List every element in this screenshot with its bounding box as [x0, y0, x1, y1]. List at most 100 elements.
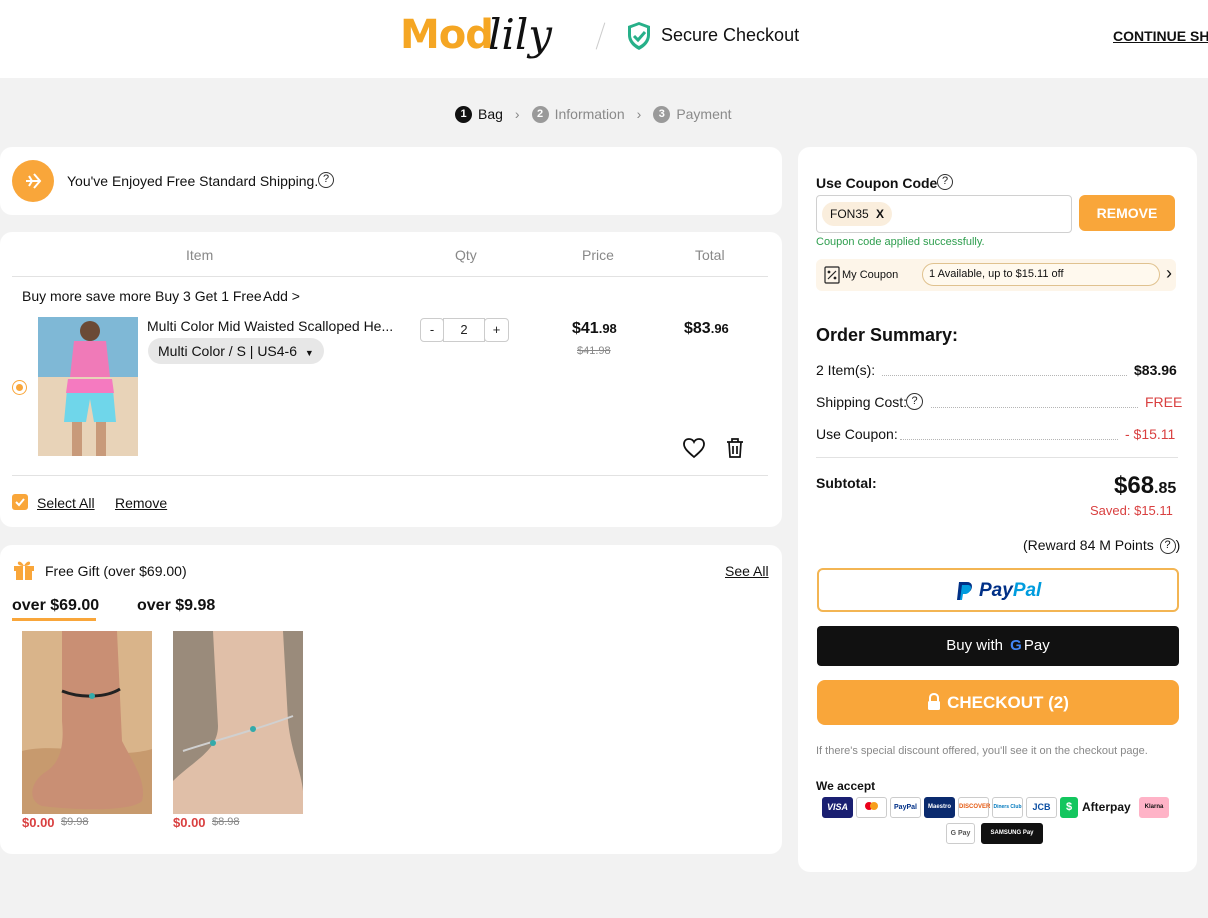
paypal-icon	[957, 582, 972, 600]
free-shipping-text: You've Enjoyed Free Standard Shipping.	[67, 173, 319, 189]
remove-coupon-button[interactable]: REMOVE	[1079, 195, 1175, 231]
cash-app-icon: $	[1060, 797, 1078, 818]
paypal-wordmark: PayPal	[979, 580, 1042, 601]
secure-checkout-label: Secure Checkout	[661, 25, 800, 45]
step-information-number: 2	[531, 105, 549, 123]
visa-icon: VISA	[822, 797, 853, 818]
dotted-leader	[931, 407, 1138, 408]
my-coupon-bar[interactable]: My Coupon 1 Available, up to $15.11 off …	[816, 259, 1176, 291]
heart-icon[interactable]	[682, 437, 706, 459]
paypal-small-icon: PayPal	[890, 797, 921, 818]
help-icon[interactable]: ?	[1159, 538, 1176, 555]
coupon-icon	[824, 266, 840, 284]
available-coupons-pill: 1 Available, up to $15.11 off	[922, 263, 1160, 286]
qty-decrease-button[interactable]: -	[420, 318, 444, 342]
checkout-button[interactable]: CHECKOUT (2)	[817, 680, 1179, 725]
product-image[interactable]	[38, 317, 138, 456]
afterpay-icon: Afterpay	[1082, 800, 1131, 814]
remove-selected-link[interactable]: Remove	[115, 495, 167, 511]
order-summary-title: Order Summary:	[816, 325, 959, 345]
use-coupon-label: Use Coupon:	[816, 426, 898, 442]
modlily-logo[interactable]: Mod lily	[398, 4, 578, 68]
step-payment-number: 3	[653, 105, 671, 123]
column-header-price: Price	[582, 247, 614, 263]
original-price: $41.98	[577, 345, 611, 357]
select-all-label[interactable]: Select All	[37, 495, 95, 511]
shipping-cost-label: Shipping Cost:	[816, 394, 908, 410]
help-icon[interactable]: ?	[318, 172, 334, 188]
gpay-prefix: Buy with	[946, 637, 1003, 654]
divider	[816, 457, 1178, 458]
gift-original-price: $8.98	[212, 816, 240, 828]
item-radio[interactable]	[12, 380, 27, 395]
gift-tab-over-69[interactable]: over $69.00	[12, 597, 99, 615]
coupon-clear-icon[interactable]: X	[876, 207, 884, 221]
see-all-link[interactable]: See All	[725, 563, 769, 579]
coupon-code: FON35	[830, 207, 869, 221]
applied-coupon-chip: FON35 X	[822, 202, 893, 226]
reward-points-text: (Reward 84 M Points	[1023, 537, 1154, 553]
saved-amount: Saved: $15.11	[1090, 503, 1173, 518]
airplane-icon	[12, 160, 54, 202]
select-all-checkbox[interactable]	[12, 494, 28, 510]
my-coupon-label: My Coupon	[842, 269, 899, 281]
free-gift-title: Free Gift (over $69.00)	[45, 563, 187, 579]
column-header-total: Total	[695, 247, 725, 263]
cart-card: Item Qty Price Total Buy more save more …	[0, 232, 782, 527]
discount-note: If there's special discount offered, you…	[816, 745, 1148, 757]
caret-down-icon: ▼	[304, 348, 314, 358]
gift-tab-over-9-98[interactable]: over $9.98	[137, 597, 215, 615]
quantity-stepper: - 2 +	[420, 318, 510, 342]
gift-icon	[14, 561, 34, 580]
we-accept-label: We accept	[816, 779, 876, 793]
google-pay-icon: G Pay	[946, 823, 975, 844]
active-tab-underline	[12, 618, 96, 621]
product-name-link[interactable]: Multi Color Mid Waisted Scalloped He...	[147, 318, 393, 334]
header-divider	[595, 22, 606, 50]
gpay-label: Pay	[1023, 637, 1050, 654]
help-icon[interactable]: ?	[906, 393, 923, 410]
google-g-icon: G	[1010, 637, 1022, 654]
payment-methods-row-1: VISA PayPal Maestro DISCOVER Diners Club…	[822, 797, 1172, 819]
paypal-button[interactable]: PayPal	[817, 568, 1179, 612]
chevron-right-icon: ›	[636, 106, 642, 122]
dotted-leader	[900, 439, 1118, 440]
chevron-right-icon: ›	[514, 106, 520, 122]
payment-methods-row-2: G Pay SAMSUNG Pay	[946, 823, 1046, 845]
coupon-success-message: Coupon code applied successfully.	[816, 236, 985, 248]
mastercard-icon	[856, 797, 887, 818]
chevron-right-icon: ›	[1166, 263, 1172, 283]
items-subtotal-value: $83.96	[1134, 362, 1177, 378]
step-information: Information	[554, 106, 625, 122]
jcb-icon: JCB	[1026, 797, 1057, 818]
free-shipping-banner: You've Enjoyed Free Standard Shipping. ?	[0, 147, 782, 215]
maestro-icon: Maestro	[924, 797, 955, 818]
variant-label: Multi Color / S | US4-6	[158, 343, 298, 359]
checkout-label: CHECKOUT (2)	[947, 693, 1069, 712]
coupon-input[interactable]: FON35 X	[816, 195, 1072, 233]
promo-add-link[interactable]: Add >	[263, 288, 300, 304]
qty-input[interactable]: 2	[443, 318, 485, 342]
step-payment: Payment	[676, 106, 732, 122]
google-pay-button[interactable]: Buy with G Pay	[817, 626, 1179, 666]
trash-icon[interactable]	[725, 437, 745, 459]
column-header-item: Item	[186, 247, 214, 263]
checkout-steps: 1 Bag › 2 Information › 3 Payment	[455, 104, 732, 124]
qty-increase-button[interactable]: +	[484, 318, 509, 342]
lock-icon	[928, 692, 941, 710]
step-bag[interactable]: Bag	[478, 106, 503, 122]
reward-points: (Reward 84 M Points ?)	[1023, 537, 1181, 555]
gift-image-anklet-2[interactable]	[173, 631, 303, 814]
continue-shopping-link[interactable]: CONTINUE SHOPPING	[1113, 28, 1208, 44]
variant-selector[interactable]: Multi Color / S | US4-6 ▼	[148, 338, 324, 364]
gift-original-price: $9.98	[61, 816, 89, 828]
gift-image-anklet-1[interactable]	[22, 631, 152, 814]
items-count-label: 2 Item(s):	[816, 362, 876, 378]
free-gift-card: Free Gift (over $69.00) See All over $69…	[0, 545, 782, 854]
divider	[12, 475, 768, 476]
help-icon[interactable]: ?	[937, 174, 953, 190]
line-total: $83.96	[684, 320, 729, 337]
shipping-cost-value: FREE	[1145, 394, 1183, 410]
check-icon	[15, 498, 25, 507]
logo-text-lily: lily	[488, 10, 553, 59]
